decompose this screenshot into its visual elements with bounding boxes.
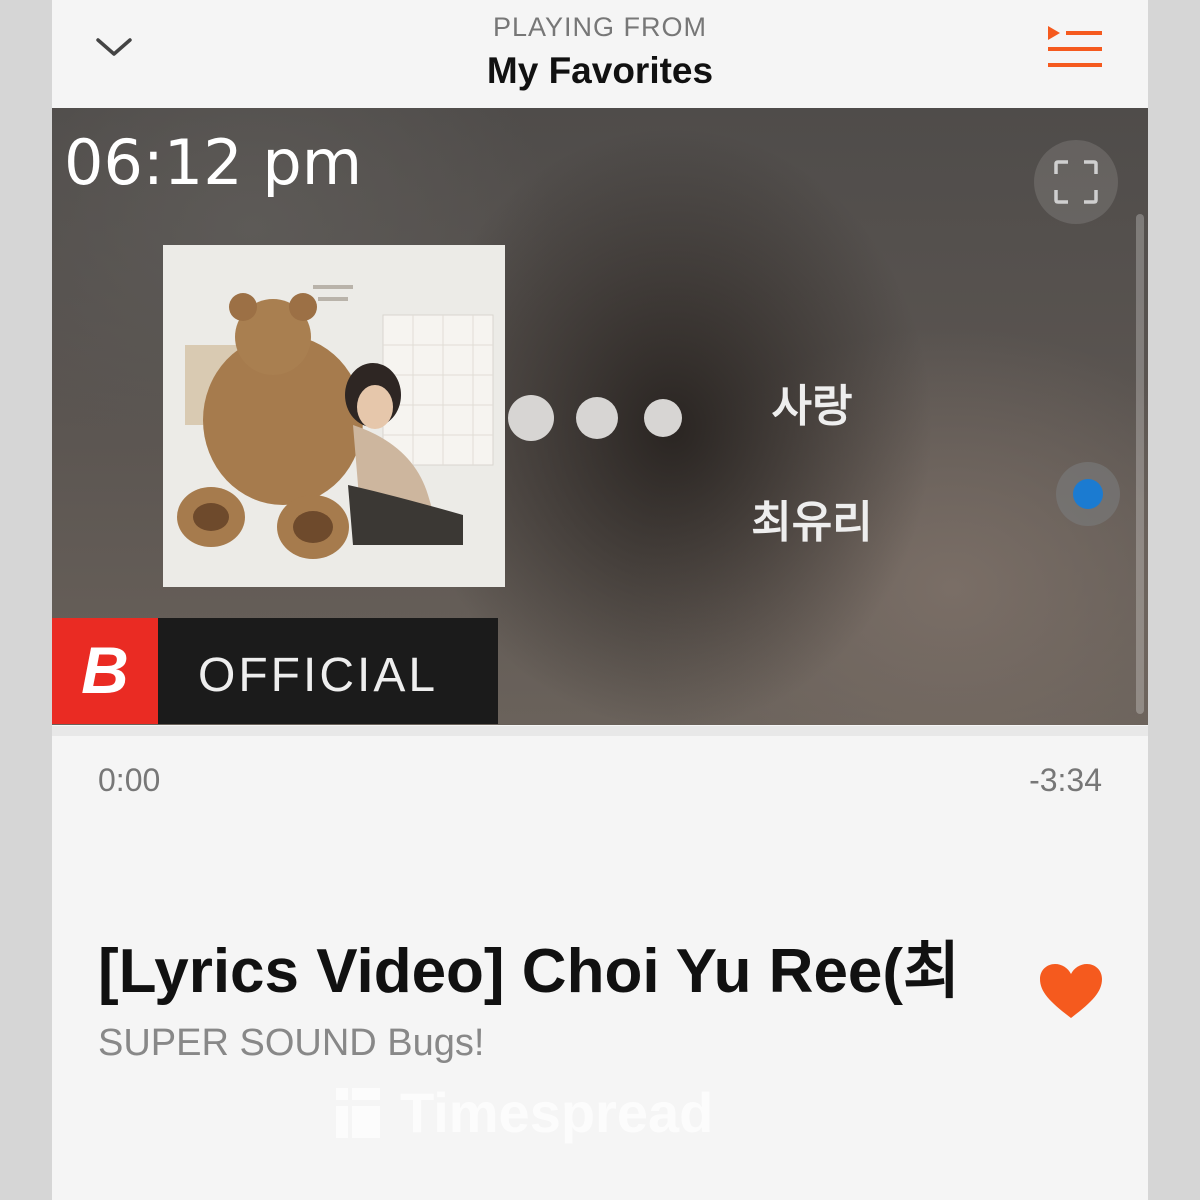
album-cover xyxy=(163,245,505,587)
heart-icon xyxy=(1040,964,1102,1018)
queue-button[interactable] xyxy=(1046,22,1104,72)
fullscreen-button[interactable] xyxy=(1034,140,1118,224)
title-fade xyxy=(952,915,1002,1005)
album-art-illustration xyxy=(163,245,505,587)
loading-dot xyxy=(644,399,682,437)
player-screen: PLAYING FROM My Favorites 2025-07-15 06:… xyxy=(52,0,1148,1200)
elapsed-time: 0:00 xyxy=(98,762,161,798)
track-title: [Lyrics Video] Choi Yu Ree(최 xyxy=(98,937,961,1006)
remaining-time: -3:34 xyxy=(1029,762,1102,798)
official-label: OFFICIAL xyxy=(198,649,439,702)
scrollbar-track[interactable] xyxy=(1136,214,1144,714)
playing-from-label: PLAYING FROM xyxy=(492,12,708,42)
lyric-song-title: 사랑 xyxy=(771,381,853,432)
brand-logo: B xyxy=(52,618,158,724)
queue-list-icon xyxy=(1048,26,1102,67)
like-button[interactable] xyxy=(1038,962,1104,1022)
loading-dot xyxy=(576,397,618,439)
official-badge: OFFICIAL xyxy=(158,618,498,724)
loading-dot xyxy=(508,395,554,441)
seek-bar[interactable] xyxy=(52,726,1148,736)
timestamp-date: 2025-07-15 xyxy=(64,108,308,109)
scroll-handle[interactable] xyxy=(1056,462,1120,526)
lyric-artist-name: 최유리 xyxy=(751,497,873,548)
watermark-text: Timespread xyxy=(400,1081,714,1144)
video-player[interactable]: 2025-07-15 06:12 pm xyxy=(52,108,1148,725)
fullscreen-icon xyxy=(1054,160,1098,204)
watermark: Timespread xyxy=(336,1080,713,1145)
track-artist[interactable]: SUPER SOUND Bugs! xyxy=(98,1022,484,1065)
player-header: PLAYING FROM My Favorites xyxy=(52,0,1148,108)
timestamp-time: 06:12 pm xyxy=(64,126,363,199)
watermark-logo-icon xyxy=(336,1088,380,1138)
playlist-name[interactable]: My Favorites xyxy=(52,50,1148,92)
brand-logo-letter: B xyxy=(81,633,129,707)
